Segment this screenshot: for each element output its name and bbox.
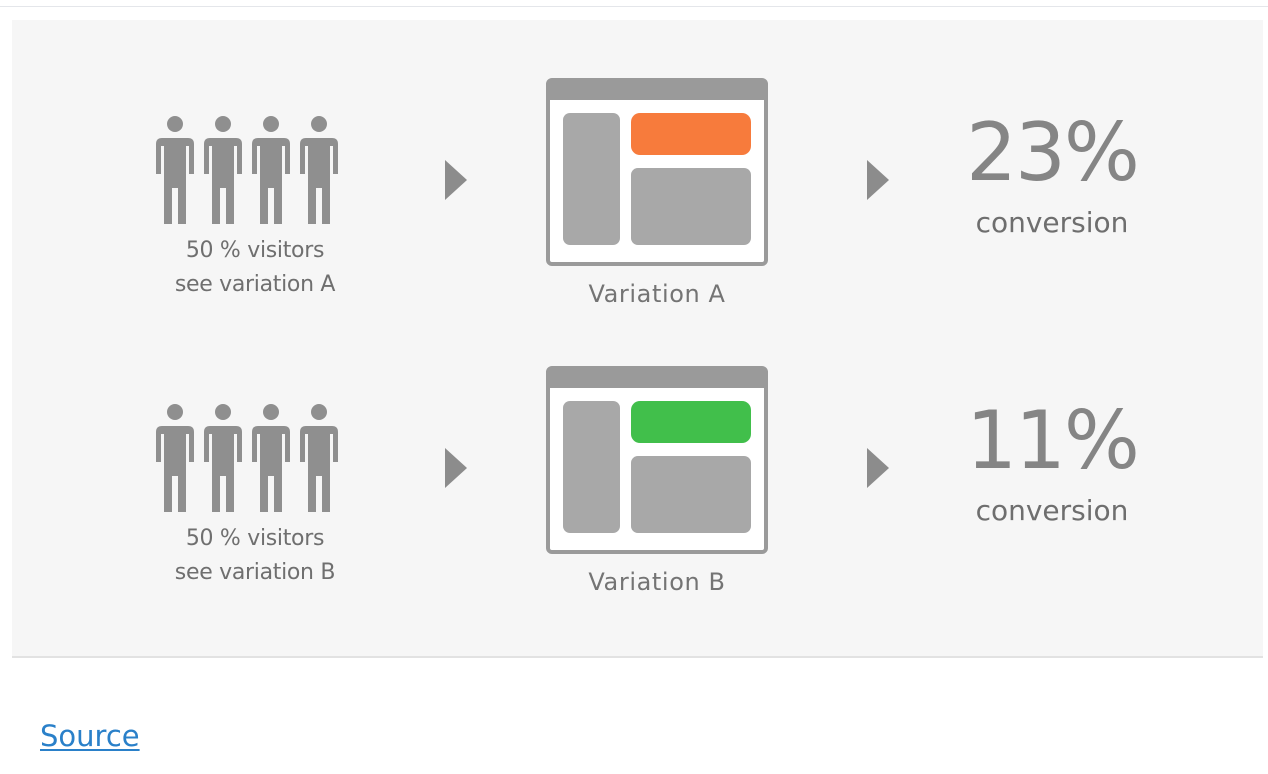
sidebar-block (563, 113, 620, 245)
top-divider (0, 6, 1268, 7)
arrow-right-icon (445, 160, 467, 200)
conversion-label: conversion (975, 206, 1129, 239)
arrow-right-icon (867, 448, 889, 488)
variation-b-row: 50 % visitors see variation B Variation … (12, 366, 1263, 646)
conversion-label: conversion (975, 494, 1129, 527)
page-layout-icon (546, 78, 768, 266)
visitor-split-label: 50 % visitors see variation A (130, 234, 380, 302)
variation-label: Variation A (588, 280, 726, 308)
person-group-icon (156, 404, 338, 512)
visitor-variation-text: see variation A (174, 272, 336, 297)
conversion-rate: 23% (966, 106, 1140, 199)
cta-block (631, 113, 751, 155)
person-group-icon (156, 116, 338, 224)
arrow-right-icon (867, 160, 889, 200)
page-layout-icon (546, 366, 768, 554)
variation-label: Variation B (588, 568, 726, 596)
content-block (631, 456, 751, 533)
source-link[interactable]: Source (40, 718, 140, 754)
sidebar-block (563, 401, 620, 533)
visitor-variation-text: see variation B (174, 560, 336, 585)
arrow-right-icon (445, 448, 467, 488)
conversion-rate: 11% (966, 394, 1140, 487)
cta-block (631, 401, 751, 443)
variation-a-row: 50 % visitors see variation A Variation … (12, 78, 1263, 358)
ab-test-figure: 50 % visitors see variation A Variation … (12, 20, 1263, 658)
visitor-share-text: 50 % visitors (185, 238, 325, 263)
visitor-split-label: 50 % visitors see variation B (130, 522, 380, 590)
visitor-share-text: 50 % visitors (185, 526, 325, 551)
content-block (631, 168, 751, 245)
article-section: 50 % visitors see variation A Variation … (0, 0, 1268, 774)
